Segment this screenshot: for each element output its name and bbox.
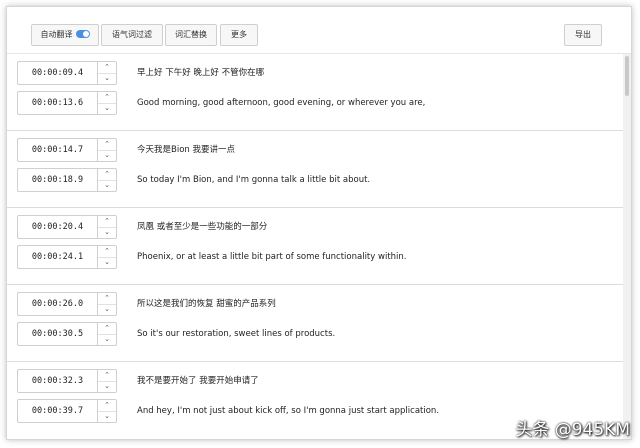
vertical-scrollbar[interactable] (623, 54, 631, 439)
end-time-value[interactable]: 00:00:18.9 (18, 169, 98, 191)
subtitle-segment: 00:00:09.4 ⌃ ⌄ 早上好 下午好 晚上好 不管你在哪 00:00:1… (7, 54, 624, 131)
chevron-down-icon[interactable]: ⌄ (98, 257, 116, 268)
translation-row: 00:00:30.5 ⌃ ⌄ So it's our restoration, … (7, 322, 624, 346)
end-time-stepper[interactable]: 00:00:18.9 ⌃ ⌄ (17, 168, 117, 192)
end-time-stepper[interactable]: 00:00:30.5 ⌃ ⌄ (17, 322, 117, 346)
source-text[interactable]: 凤凰 或者至少是一些功能的一部分 (137, 215, 267, 239)
end-time-stepper[interactable]: 00:00:24.1 ⌃ ⌄ (17, 245, 117, 269)
translation-text[interactable]: Good morning, good afternoon, good eveni… (137, 91, 425, 115)
translation-text[interactable]: So today I'm Bion, and I'm gonna talk a … (137, 168, 370, 192)
end-time-stepper[interactable]: 00:00:39.7 ⌃ ⌄ (17, 399, 117, 423)
chevron-down-icon[interactable]: ⌄ (98, 334, 116, 345)
end-time-value[interactable]: 00:00:30.5 (18, 323, 98, 345)
filter-filler-words-label: 语气词过滤 (112, 30, 152, 39)
translation-text[interactable]: So it's our restoration, sweet lines of … (137, 322, 335, 346)
chevron-down-icon[interactable]: ⌄ (98, 150, 116, 161)
watermark-text: 头条 @945KM (515, 420, 630, 440)
toggle-switch-icon[interactable] (75, 29, 90, 38)
translation-row: 00:00:18.9 ⌃ ⌄ So today I'm Bion, and I'… (7, 168, 624, 192)
start-time-stepper[interactable]: 00:00:20.4 ⌃ ⌄ (17, 215, 117, 239)
end-time-value[interactable]: 00:00:39.7 (18, 400, 98, 422)
vocabulary-replace-button[interactable]: 词汇替换 (165, 24, 217, 46)
start-time-value[interactable]: 00:00:14.7 (18, 139, 98, 161)
start-time-value[interactable]: 00:00:20.4 (18, 216, 98, 238)
source-row: 00:00:09.4 ⌃ ⌄ 早上好 下午好 晚上好 不管你在哪 (7, 61, 624, 85)
start-time-value[interactable]: 00:00:32.3 (18, 370, 98, 392)
translation-text[interactable]: And hey, I'm not just about kick off, so… (137, 399, 439, 423)
toggle-knob (82, 30, 89, 37)
chevron-down-icon[interactable]: ⌄ (98, 304, 116, 315)
export-button[interactable]: 导出 (564, 24, 602, 46)
source-text[interactable]: 今天我是Bion 我要讲一点 (137, 138, 235, 162)
subtitle-segment: 00:00:14.7 ⌃ ⌄ 今天我是Bion 我要讲一点 00:00:18.9… (7, 131, 624, 208)
subtitle-segment: 00:00:26.0 ⌃ ⌄ 所以这是我们的恢复 甜蜜的产品系列 00:00:3… (7, 285, 624, 362)
vocabulary-replace-label: 词汇替换 (175, 30, 207, 39)
export-label: 导出 (575, 30, 591, 39)
more-label: 更多 (231, 30, 247, 39)
start-time-stepper[interactable]: 00:00:26.0 ⌃ ⌄ (17, 292, 117, 316)
source-row: 00:00:20.4 ⌃ ⌄ 凤凰 或者至少是一些功能的一部分 (7, 215, 624, 239)
source-text[interactable]: 我不是要开始了 我要开始申请了 (137, 369, 259, 393)
end-time-value[interactable]: 00:00:24.1 (18, 246, 98, 268)
end-time-value[interactable]: 00:00:13.6 (18, 92, 98, 114)
auto-translate-toggle-button[interactable]: 自动翻译 (31, 24, 99, 46)
source-row: 00:00:32.3 ⌃ ⌄ 我不是要开始了 我要开始申请了 (7, 369, 624, 393)
subtitle-editor-window: 自动翻译 语气词过滤 词汇替换 更多 导出 00:00:09.4 ⌃ ⌄ 早上好… (6, 6, 632, 440)
source-row: 00:00:14.7 ⌃ ⌄ 今天我是Bion 我要讲一点 (7, 138, 624, 162)
source-row: 00:00:26.0 ⌃ ⌄ 所以这是我们的恢复 甜蜜的产品系列 (7, 292, 624, 316)
filter-filler-words-button[interactable]: 语气词过滤 (101, 24, 163, 46)
chevron-down-icon[interactable]: ⌄ (98, 227, 116, 238)
toolbar: 自动翻译 语气词过滤 词汇替换 更多 导出 (7, 7, 631, 54)
start-time-stepper[interactable]: 00:00:14.7 ⌃ ⌄ (17, 138, 117, 162)
source-text[interactable]: 所以这是我们的恢复 甜蜜的产品系列 (137, 292, 276, 316)
translation-row: 00:00:13.6 ⌃ ⌄ Good morning, good aftern… (7, 91, 624, 115)
chevron-down-icon[interactable]: ⌄ (98, 73, 116, 84)
start-time-value[interactable]: 00:00:26.0 (18, 293, 98, 315)
start-time-stepper[interactable]: 00:00:09.4 ⌃ ⌄ (17, 61, 117, 85)
subtitle-segment: 00:00:20.4 ⌃ ⌄ 凤凰 或者至少是一些功能的一部分 00:00:24… (7, 208, 624, 285)
chevron-down-icon[interactable]: ⌄ (98, 381, 116, 392)
end-time-stepper[interactable]: 00:00:13.6 ⌃ ⌄ (17, 91, 117, 115)
scrollbar-thumb[interactable] (625, 56, 629, 96)
subtitle-list: 00:00:09.4 ⌃ ⌄ 早上好 下午好 晚上好 不管你在哪 00:00:1… (7, 54, 624, 439)
translation-row: 00:00:24.1 ⌃ ⌄ Phoenix, or at least a li… (7, 245, 624, 269)
chevron-down-icon[interactable]: ⌄ (98, 411, 116, 422)
auto-translate-label: 自动翻译 (40, 30, 73, 39)
more-button[interactable]: 更多 (220, 24, 258, 46)
source-text[interactable]: 早上好 下午好 晚上好 不管你在哪 (137, 61, 264, 85)
start-time-value[interactable]: 00:00:09.4 (18, 62, 98, 84)
translation-text[interactable]: Phoenix, or at least a little bit part o… (137, 245, 407, 269)
chevron-down-icon[interactable]: ⌄ (98, 103, 116, 114)
start-time-stepper[interactable]: 00:00:32.3 ⌃ ⌄ (17, 369, 117, 393)
chevron-down-icon[interactable]: ⌄ (98, 180, 116, 191)
